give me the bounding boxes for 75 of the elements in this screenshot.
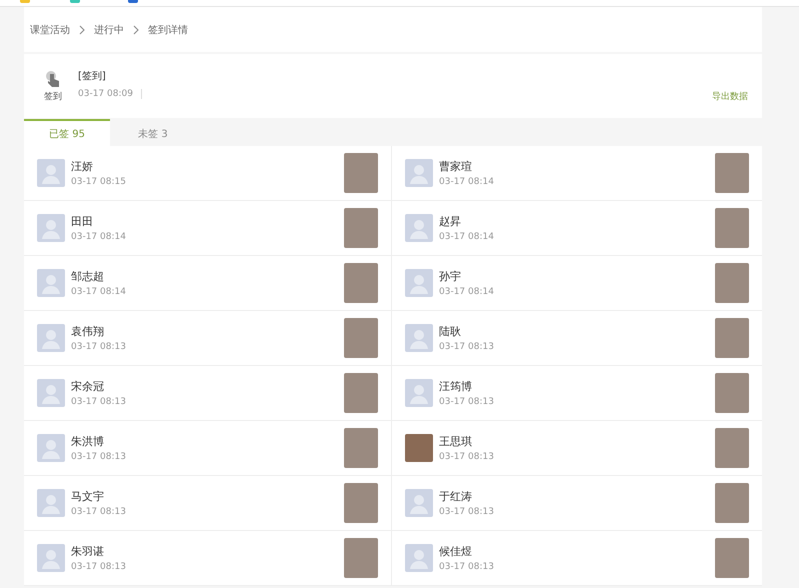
tab[interactable]: 已签 95	[24, 119, 110, 146]
student-name: 袁伟翔	[71, 324, 105, 339]
photo-placeholder	[715, 263, 749, 303]
photo-placeholder	[715, 428, 749, 468]
avatar-placeholder-icon	[37, 434, 65, 462]
student-name: 孙宇	[439, 269, 462, 284]
student-name: 汪娇	[71, 159, 94, 174]
tab[interactable]: 未签 3	[110, 119, 196, 146]
photo-placeholder	[344, 208, 378, 248]
sign-in-time: 03-17 08:13	[71, 342, 127, 352]
photo-placeholder	[715, 373, 749, 413]
photo-placeholder	[344, 263, 378, 303]
photo-placeholder	[344, 428, 378, 468]
avatar-placeholder-icon	[405, 214, 433, 242]
activity-time: 03-17 08:09	[78, 89, 133, 99]
sign-in-time: 03-17 08:13	[439, 452, 495, 462]
photo-placeholder	[715, 318, 749, 358]
sign-in-time: 03-17 08:13	[71, 507, 127, 517]
photo-placeholder	[344, 373, 378, 413]
avatar-placeholder-icon	[37, 214, 65, 242]
activity-title: [签到]	[78, 70, 107, 83]
student-name: 候佳煜	[439, 544, 473, 559]
sign-in-time: 03-17 08:13	[71, 562, 127, 572]
photo-placeholder	[715, 483, 749, 523]
student-name: 田田	[71, 214, 94, 229]
sign-in-time: 03-17 08:15	[71, 177, 127, 187]
avatar-placeholder-icon	[405, 324, 433, 352]
avatar-placeholder-icon	[405, 269, 433, 297]
photo-placeholder	[715, 538, 749, 578]
breadcrumb-link[interactable]: 课堂活动	[30, 22, 70, 36]
sign-in-time: 03-17 08:14	[439, 232, 495, 242]
sign-in-time: 03-17 08:13	[71, 452, 127, 462]
student-name: 汪筠博	[439, 379, 473, 394]
student-name: 赵昇	[439, 214, 462, 229]
photo-placeholder	[344, 538, 378, 578]
student-name: 宋余冠	[71, 379, 105, 394]
avatar-placeholder-icon	[405, 544, 433, 572]
avatar-placeholder-icon	[37, 159, 65, 187]
avatar-placeholder-icon	[37, 544, 65, 572]
sign-in-time: 03-17 08:13	[71, 397, 127, 407]
student-name: 朱羽谌	[71, 544, 105, 559]
student-name: 马文宇	[71, 489, 105, 504]
avatar-placeholder-icon	[405, 489, 433, 517]
photo-placeholder	[344, 483, 378, 523]
student-name: 王思琪	[439, 434, 473, 449]
chevron-right-icon	[78, 24, 86, 34]
student-name: 朱洪博	[71, 434, 105, 449]
sign-in-time: 03-17 08:13	[439, 397, 495, 407]
sign-in-time: 03-17 08:14	[71, 232, 127, 242]
avatar-placeholder-icon	[37, 324, 65, 352]
sign-in-time: 03-17 08:13	[439, 562, 495, 572]
sign-in-time: 03-17 08:14	[439, 177, 495, 187]
photo-placeholder	[715, 208, 749, 248]
student-name: 邹志超	[71, 269, 105, 284]
sign-in-time: 03-17 08:13	[439, 342, 495, 352]
photo-placeholder	[715, 153, 749, 193]
export-link[interactable]: 导出数据	[712, 90, 748, 103]
tap-hand-icon	[45, 70, 61, 87]
student-name: 曹家瑄	[439, 159, 473, 174]
photo-placeholder	[344, 318, 378, 358]
student-name: 陆耿	[439, 324, 462, 339]
photo-placeholder	[344, 153, 378, 193]
avatar-placeholder-icon	[405, 379, 433, 407]
avatar-placeholder-icon	[37, 489, 65, 517]
student-name: 于红涛	[439, 489, 473, 504]
sign-in-time: 03-17 08:13	[439, 507, 495, 517]
chevron-right-icon	[132, 24, 140, 34]
sign-in-time: 03-17 08:14	[439, 287, 495, 297]
avatar-photo-placeholder	[405, 434, 433, 462]
avatar-placeholder-icon	[37, 269, 65, 297]
avatar-placeholder-icon	[405, 159, 433, 187]
activity-type-label: 签到	[44, 90, 62, 103]
avatar-placeholder-icon	[37, 379, 65, 407]
breadcrumb-link[interactable]: 进行中	[94, 22, 124, 36]
sign-in-time: 03-17 08:14	[71, 287, 127, 297]
